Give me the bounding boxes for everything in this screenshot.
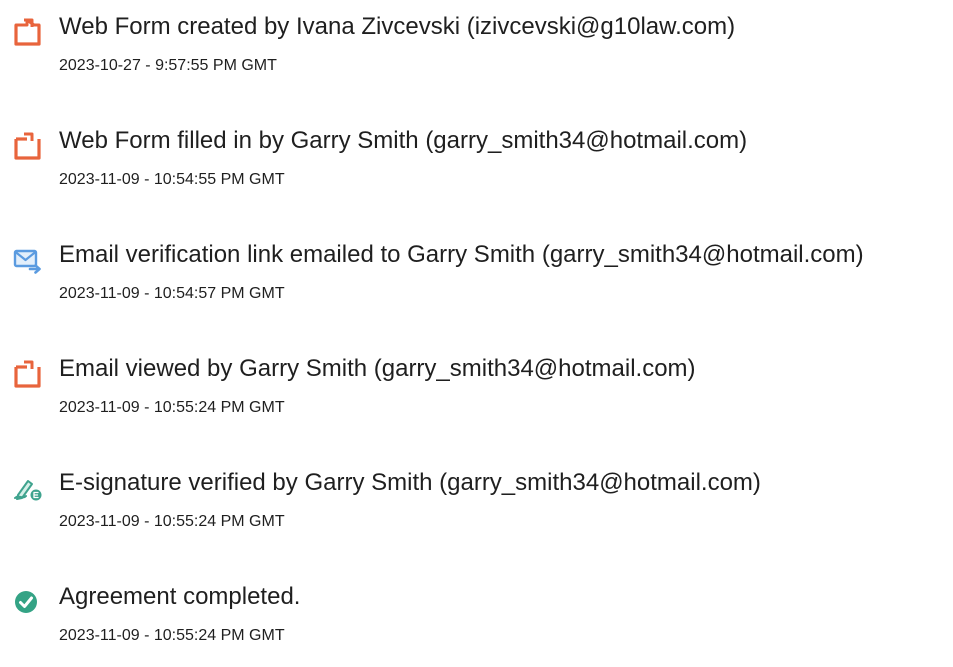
email-send-icon <box>12 245 42 275</box>
event-timestamp: 2023-11-09 - 10:55:24 PM GMT <box>59 513 285 530</box>
event-timestamp: 2023-11-09 - 10:55:24 PM GMT <box>59 399 285 416</box>
event-title: Web Form filled in by Garry Smith (garry… <box>59 127 748 154</box>
document-icon <box>12 17 42 47</box>
e-signature-icon <box>12 473 42 503</box>
audit-event: Web Form filled in by Garry Smith (garry… <box>0 121 953 211</box>
event-timestamp: 2023-11-09 - 10:55:24 PM GMT <box>59 627 285 644</box>
document-icon <box>12 359 42 389</box>
audit-event: Web Form created by Ivana Zivcevski (izi… <box>0 7 953 97</box>
checkmark-circle-icon <box>12 587 42 617</box>
event-title: Web Form created by Ivana Zivcevski (izi… <box>59 13 736 40</box>
audit-event: Email verification link emailed to Garry… <box>0 235 953 325</box>
audit-event: Email viewed by Garry Smith (garry_smith… <box>0 349 953 439</box>
event-title: E-signature verified by Garry Smith (gar… <box>59 469 761 496</box>
document-icon <box>12 131 42 161</box>
audit-event: E-signature verified by Garry Smith (gar… <box>0 463 953 553</box>
event-timestamp: 2023-11-09 - 10:54:57 PM GMT <box>59 285 285 302</box>
event-title: Email viewed by Garry Smith (garry_smith… <box>59 355 696 382</box>
event-title: Agreement completed. <box>59 583 301 610</box>
event-title: Email verification link emailed to Garry… <box>59 241 864 268</box>
event-timestamp: 2023-10-27 - 9:57:55 PM GMT <box>59 57 277 74</box>
audit-event: Agreement completed. 2023-11-09 - 10:55:… <box>0 577 953 667</box>
event-timestamp: 2023-11-09 - 10:54:55 PM GMT <box>59 171 285 188</box>
